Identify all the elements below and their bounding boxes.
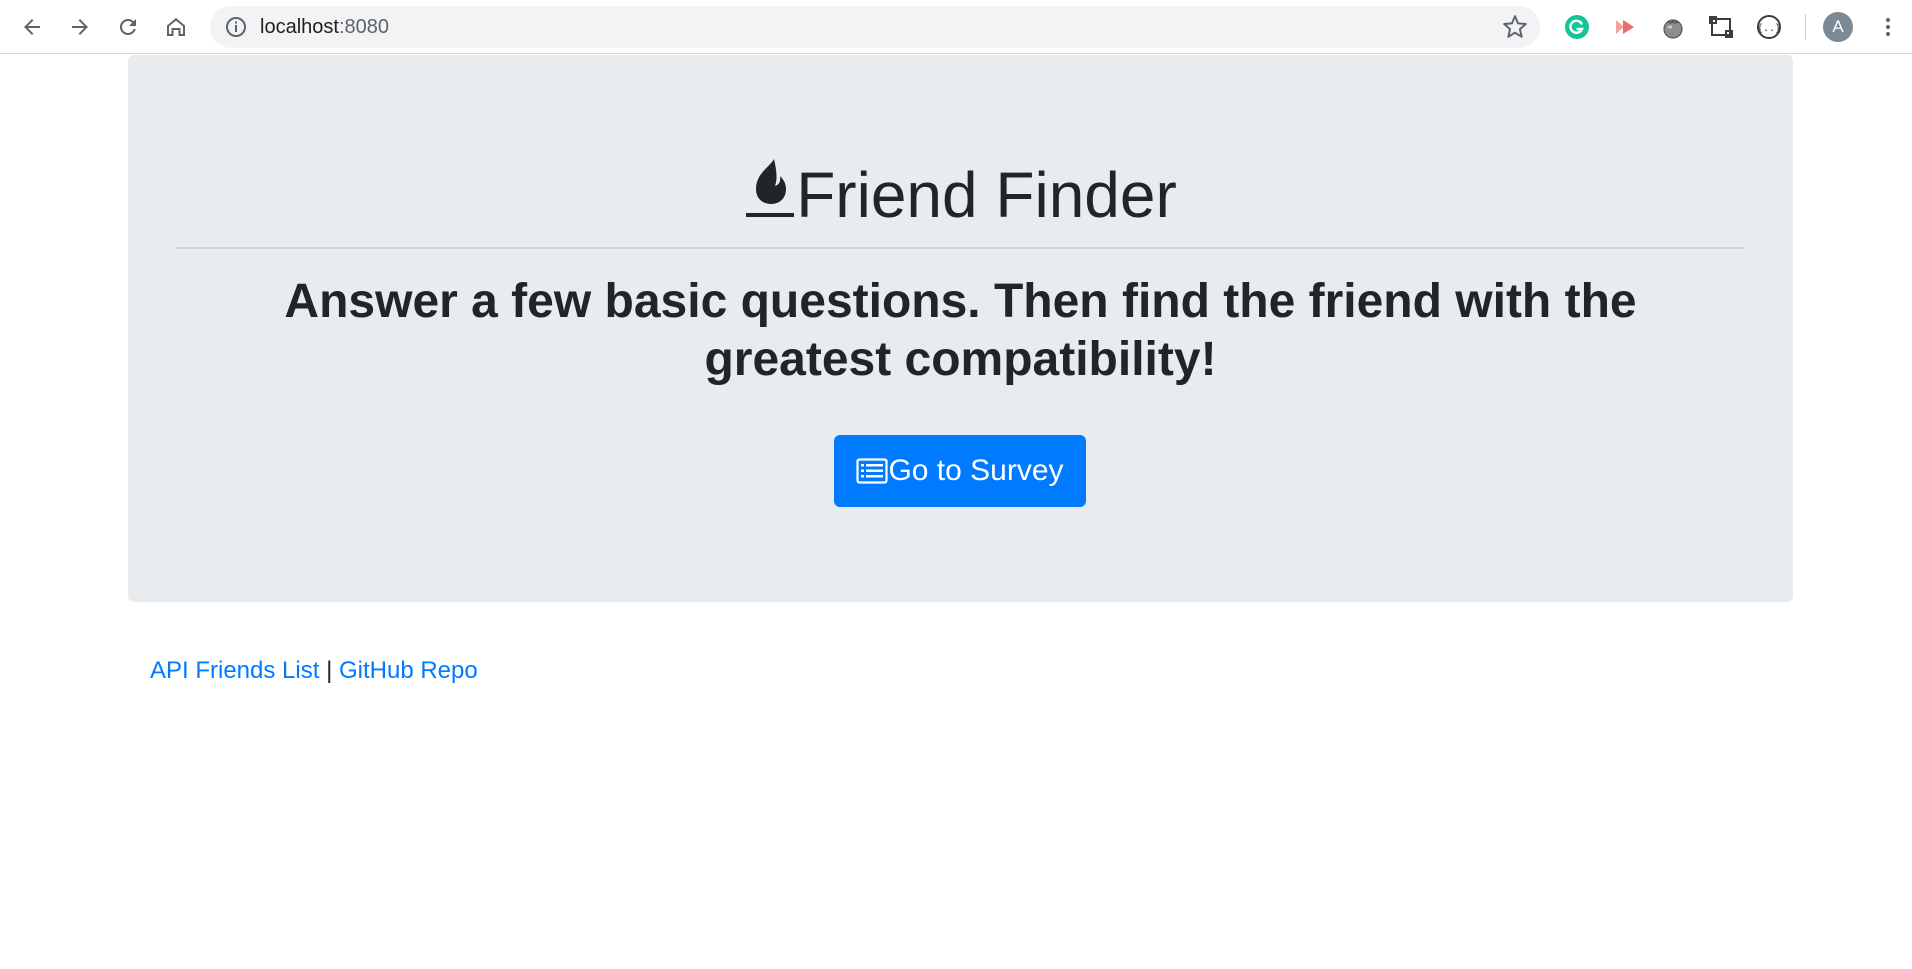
info-icon[interactable] [224,15,248,39]
reload-button[interactable] [112,11,144,43]
home-icon [167,18,185,36]
browser-toolbar: localhost:8080 {..} A [0,0,1912,54]
home-button[interactable] [160,11,192,43]
url-host: localhost [260,16,339,38]
json-viewer-icon: {..} [1757,15,1781,39]
reload-icon [119,18,136,35]
divider [176,247,1745,249]
api-friends-list-link[interactable]: API Friends List [150,657,319,684]
flame-icon [746,159,795,217]
footer-links: API Friends List | GitHub Repo [150,656,478,686]
list-alt-icon [856,458,889,484]
grammarly-icon [1565,15,1589,39]
page-title: Friend Finder [128,153,1793,237]
go-to-survey-label: Go to Survey [888,454,1064,487]
json-viewer-extension[interactable]: {..} [1754,12,1784,42]
svg-text:{..}: {..} [1757,23,1781,34]
profile-avatar[interactable]: A [1823,12,1853,42]
vidyard-icon [1616,20,1634,34]
vidyard-extension[interactable] [1610,12,1640,42]
go-to-survey-button[interactable]: Go to Survey [834,435,1086,507]
browser-menu-button[interactable] [1873,12,1903,42]
url-port: :8080 [338,16,389,38]
tomato-extension[interactable] [1658,12,1688,42]
back-button[interactable] [16,11,48,43]
github-repo-link[interactable]: GitHub Repo [339,657,478,684]
kebab-menu-icon [1886,18,1890,36]
tomato-icon [1663,19,1683,39]
title-text: Friend Finder [796,159,1177,231]
lead-text: Answer a few basic questions. Then find … [284,275,1637,386]
jumbotron: Friend Finder Answer a few basic questio… [128,55,1793,602]
forward-button[interactable] [64,11,96,43]
screenshot-icon [1709,16,1733,38]
arrow-left-icon [24,19,40,35]
grammarly-extension[interactable] [1562,12,1592,42]
toolbar-divider [1805,14,1806,40]
screenshot-extension[interactable] [1706,12,1736,42]
arrow-right-icon [72,19,88,35]
star-icon[interactable] [1502,14,1528,40]
address-bar[interactable]: localhost:8080 [210,6,1540,48]
link-separator: | [326,657,333,684]
url-text[interactable]: localhost:8080 [260,16,389,38]
